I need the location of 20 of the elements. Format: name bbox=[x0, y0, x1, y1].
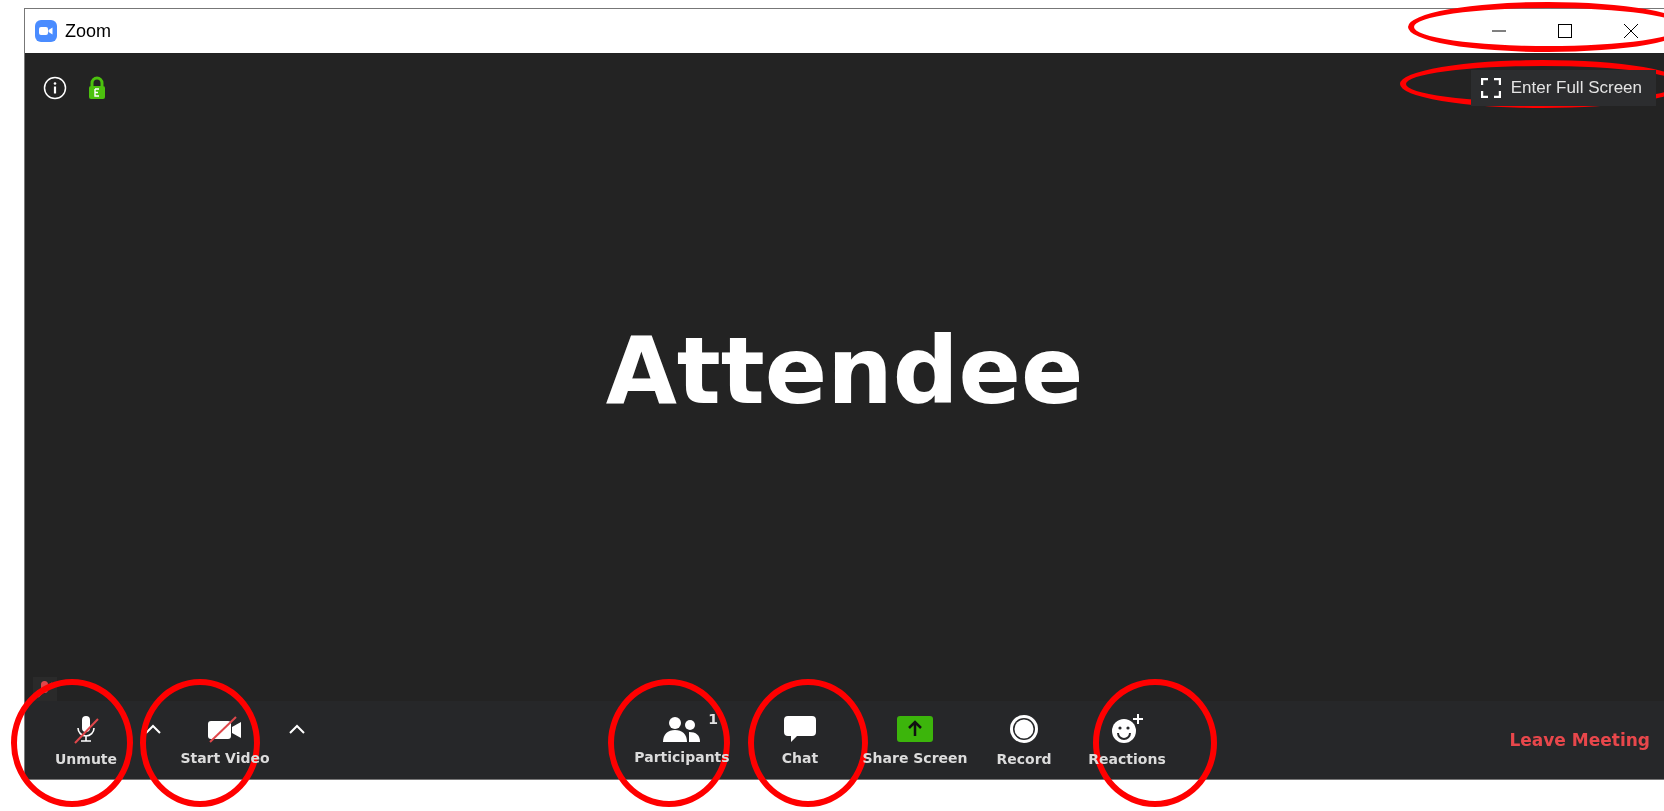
participants-icon bbox=[662, 715, 702, 743]
chat-button[interactable]: Chat bbox=[745, 705, 855, 775]
participant-name: Attendee bbox=[604, 317, 1085, 427]
participant-count: 1 bbox=[708, 711, 718, 727]
window-title: Zoom bbox=[65, 20, 112, 42]
video-off-icon bbox=[206, 714, 244, 744]
leave-meeting-button[interactable]: Leave Meeting bbox=[1509, 726, 1650, 754]
unmute-button[interactable]: Unmute bbox=[31, 705, 141, 775]
share-screen-icon bbox=[896, 714, 934, 744]
app-logo-icon bbox=[35, 20, 57, 42]
record-icon bbox=[1008, 713, 1040, 745]
lock-icon[interactable] bbox=[87, 76, 107, 100]
close-icon bbox=[1623, 23, 1639, 39]
info-icon[interactable] bbox=[43, 76, 67, 100]
maximize-icon bbox=[1558, 24, 1572, 38]
record-button[interactable]: Record bbox=[975, 705, 1073, 775]
full-screen-button[interactable]: Enter Full Screen bbox=[1470, 70, 1656, 106]
smiley-plus-icon bbox=[1110, 713, 1144, 745]
expand-icon bbox=[1480, 78, 1501, 98]
chat-bubble-icon bbox=[783, 714, 817, 744]
